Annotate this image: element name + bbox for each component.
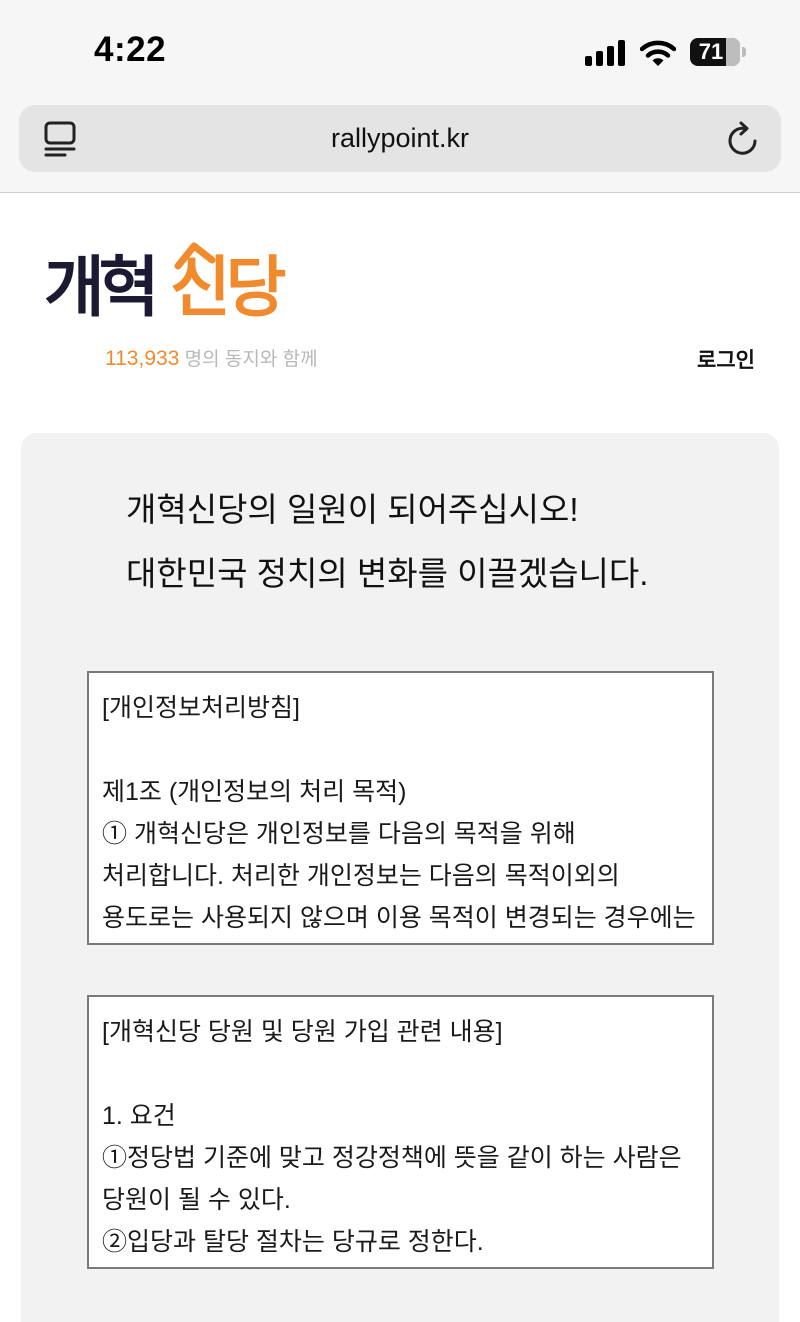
member-count-suffix: 명의 동지와 함께 (184, 349, 318, 370)
membership-title: [개혁신당 당원 및 당원 가입 관련 내용] (102, 1018, 503, 1046)
login-link[interactable]: 로그인 (697, 344, 755, 374)
battery-nub (742, 47, 746, 57)
url-text[interactable]: rallypoint.kr (19, 105, 781, 172)
page-headline: 개혁신당의 일원이 되어주십시오! 대한민국 정치의 변화를 이끌겠습니다. (126, 478, 746, 606)
privacy-article1-body: ① 개혁신당은 개인정보를 다음의 목적을 위해 처리합니다. 처리한 개인정보… (102, 820, 696, 932)
privacy-title: [개인정보처리방침] (102, 694, 300, 722)
browser-toolbar: rallypoint.kr (0, 100, 800, 193)
headline-line-2: 대한민국 정치의 변화를 이끌겠습니다. (126, 555, 649, 592)
privacy-policy-scrollbox[interactable]: [개인정보처리방침] 제1조 (개인정보의 처리 목적) ① 개혁신당은 개인정… (87, 671, 714, 945)
logo-text-orange: 신당 (170, 249, 286, 326)
membership-section1-item2: ②입당과 탈당 절차는 당규로 정한다. (102, 1228, 484, 1256)
status-time: 4:22 (94, 30, 167, 69)
membership-terms-scrollbox[interactable]: [개혁신당 당원 및 당원 가입 관련 내용] 1. 요건 ①정당법 기준에 맞… (87, 995, 714, 1269)
address-bar[interactable]: rallypoint.kr (19, 105, 781, 172)
wifi-icon (640, 40, 676, 66)
membership-section1-title: 1. 요건 (102, 1102, 176, 1130)
headline-line-1: 개혁신당의 일원이 되어주십시오! (126, 491, 579, 528)
battery-level: 71 (698, 39, 724, 64)
reload-icon[interactable] (725, 120, 761, 158)
member-count-line: 113,933 명의 동지와 함께 (105, 344, 318, 371)
signal-bars-icon (585, 40, 627, 66)
membership-section1-item1: ①정당법 기준에 맞고 정강정책에 뜻을 같이 하는 사람은 당원이 될 수 있… (102, 1144, 682, 1214)
battery-icon: 71 (690, 38, 740, 66)
party-logo[interactable]: 개혁 신당 (44, 232, 314, 342)
logo-text-dark: 개혁 (44, 249, 153, 326)
member-count: 113,933 (105, 347, 180, 370)
privacy-article1-title: 제1조 (개인정보의 처리 목적) (102, 778, 407, 806)
status-bar: 4:22 71 (0, 0, 800, 100)
